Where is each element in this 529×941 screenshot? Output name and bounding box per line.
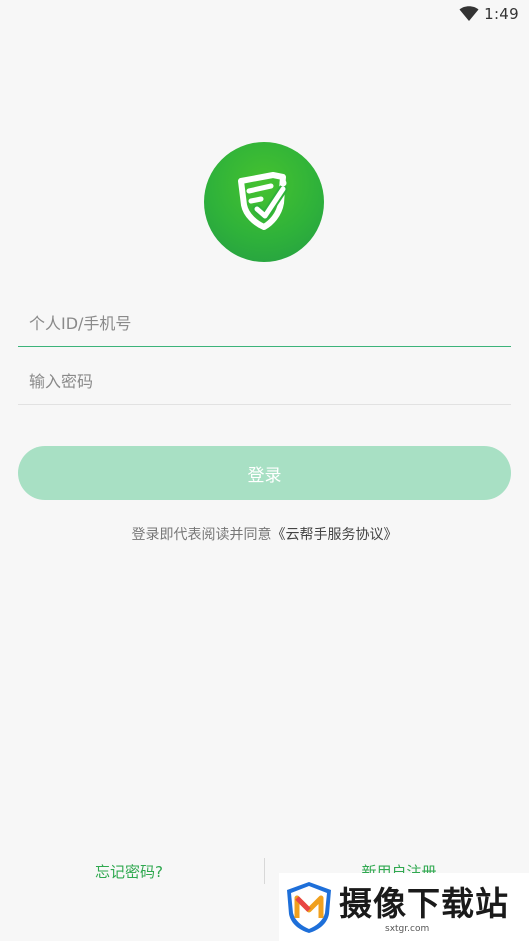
agreement-prefix: 登录即代表阅读并同意: [131, 527, 272, 543]
status-time: 1:49: [484, 5, 519, 23]
password-input[interactable]: [18, 359, 511, 405]
watermark-logo-icon: [287, 882, 331, 933]
service-agreement-link[interactable]: 《云帮手服务协议》: [272, 527, 398, 543]
login-screen: 1:49 登录 登录即代表阅读并同意《云帮手服务协议》 忘记密码? 新用户注册: [0, 0, 529, 941]
forgot-password-link[interactable]: 忘记密码?: [0, 861, 258, 882]
watermark-subtitle: sxtgr.com: [385, 924, 430, 934]
watermark: 摄像下载站 sxtgr.com: [279, 873, 529, 941]
watermark-title: 摄像下载站: [339, 884, 509, 923]
shield-check-logo-icon: [238, 172, 288, 230]
app-logo: [204, 142, 324, 262]
agreement-text: 登录即代表阅读并同意《云帮手服务协议》: [0, 524, 529, 544]
status-bar: 1:49: [0, 0, 529, 28]
user-id-input[interactable]: [18, 301, 511, 347]
divider: [264, 858, 265, 884]
wifi-icon: [459, 6, 479, 21]
login-button[interactable]: 登录: [18, 446, 511, 500]
